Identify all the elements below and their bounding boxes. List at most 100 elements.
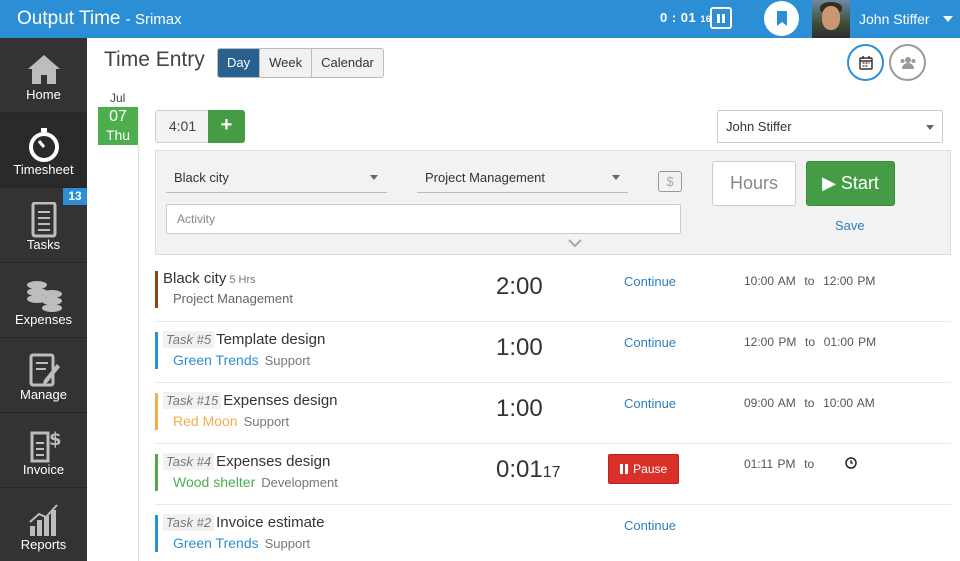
tab-week[interactable]: Week bbox=[260, 49, 313, 77]
chevron-down-icon bbox=[370, 175, 378, 180]
start-button[interactable]: ▶ Start bbox=[806, 161, 895, 206]
hours-input[interactable]: Hours bbox=[712, 161, 796, 206]
entry-category: Support bbox=[264, 353, 311, 368]
tab-calendar[interactable]: Calendar bbox=[312, 49, 383, 77]
sidebar-item-manage[interactable]: Manage bbox=[0, 338, 87, 413]
entry-category: Development bbox=[261, 475, 338, 490]
date-weekday: Thu bbox=[105, 127, 131, 143]
entry-category: Support bbox=[264, 536, 311, 551]
invoice-dollar-icon: $ bbox=[30, 429, 62, 463]
stopwatch-icon bbox=[29, 128, 59, 162]
entry-project[interactable]: Wood shelter bbox=[173, 474, 255, 490]
date-day: 07 bbox=[109, 108, 127, 125]
sidebar-item-reports[interactable]: Reports bbox=[0, 488, 87, 561]
user-select[interactable]: John Stiffer bbox=[717, 110, 943, 143]
continue-link[interactable]: Continue bbox=[624, 274, 676, 289]
tasks-count-badge: 13 bbox=[63, 188, 87, 205]
app-subtitle: - Srimax bbox=[125, 11, 182, 28]
entry-title: Invoice estimate bbox=[216, 514, 325, 531]
task-number: Task #4 bbox=[163, 453, 215, 470]
entry-duration: 1:00 bbox=[496, 395, 543, 422]
home-icon bbox=[28, 55, 60, 84]
bar-chart-icon bbox=[29, 504, 58, 536]
entry-title: Template design bbox=[216, 331, 326, 348]
chevron-down-icon[interactable] bbox=[568, 239, 582, 248]
bookmark-icon bbox=[776, 11, 787, 26]
continue-link[interactable]: Continue bbox=[624, 518, 676, 533]
pause-icon bbox=[619, 462, 630, 476]
sidebar: Home Timesheet Tasks 13 Expenses Manage … bbox=[0, 38, 87, 561]
continue-link[interactable]: Continue bbox=[624, 335, 676, 350]
avatar[interactable] bbox=[812, 0, 850, 38]
users-group-icon bbox=[900, 56, 915, 69]
entry-color-bar bbox=[155, 393, 158, 430]
timer-pause-button[interactable] bbox=[710, 7, 732, 29]
play-icon: ▶ bbox=[822, 173, 836, 193]
entry-title: Expenses design bbox=[223, 392, 338, 409]
sidebar-item-invoice[interactable]: $ Invoice bbox=[0, 413, 87, 488]
user-name[interactable]: John Stiffer bbox=[859, 11, 930, 27]
entry-duration: 2:00 bbox=[496, 273, 543, 300]
list-item: Task #5 Template design Green Trends Suppo… bbox=[155, 322, 951, 383]
continue-link[interactable]: Continue bbox=[624, 396, 676, 411]
entry-time-range: 01:11 PM to bbox=[744, 457, 815, 471]
tab-day[interactable]: Day bbox=[218, 49, 261, 77]
quick-time-input[interactable]: 4:01 bbox=[155, 110, 209, 143]
entry-color-bar bbox=[155, 332, 158, 369]
entry-time-range: 12:00 PM to 01:00 PM bbox=[744, 335, 877, 349]
entry-title: Black city bbox=[163, 270, 227, 287]
list-item: Black city 5 Hrs Project Management 2:00 … bbox=[155, 261, 951, 322]
app-title: Output Time - Srimax bbox=[17, 8, 182, 29]
entry-time-range: 10:00 AM to 12:00 PM bbox=[744, 274, 876, 288]
entry-duration: 1:00 bbox=[496, 334, 543, 361]
sidebar-item-tasks[interactable]: Tasks 13 bbox=[0, 188, 87, 263]
team-view-button[interactable] bbox=[889, 44, 926, 81]
time-entry-form: Black city Project Management $ Activity… bbox=[155, 150, 951, 255]
sidebar-item-timesheet[interactable]: Timesheet bbox=[0, 113, 87, 188]
task-number: Task #5 bbox=[163, 331, 215, 348]
add-entry-button[interactable]: + bbox=[208, 110, 245, 143]
entry-title: Expenses design bbox=[216, 453, 331, 470]
activity-input[interactable]: Activity bbox=[166, 204, 681, 234]
task-number: Task #15 bbox=[163, 392, 222, 409]
chevron-down-icon bbox=[612, 175, 620, 180]
entry-subline: Project Management bbox=[173, 291, 293, 306]
entry-color-bar bbox=[155, 271, 158, 308]
entry-project[interactable]: Green Trends bbox=[173, 535, 259, 551]
calendar-view-button[interactable] bbox=[847, 44, 884, 81]
chevron-down-icon bbox=[926, 125, 934, 130]
date-badge: 07 Thu bbox=[98, 107, 138, 145]
sidebar-item-home[interactable]: Home bbox=[0, 38, 87, 113]
user-menu-caret-icon[interactable] bbox=[943, 16, 953, 22]
plus-icon: + bbox=[220, 114, 233, 136]
coins-icon bbox=[27, 281, 62, 312]
bookmark-button[interactable] bbox=[764, 1, 799, 36]
edit-document-icon bbox=[29, 353, 60, 387]
save-link[interactable]: Save bbox=[835, 218, 865, 233]
pause-button[interactable]: Pause bbox=[608, 454, 679, 484]
sidebar-item-expenses[interactable]: Expenses bbox=[0, 263, 87, 338]
entry-color-bar bbox=[155, 454, 158, 491]
entry-time-range: 09:00 AM to 10:00 AM bbox=[744, 396, 875, 410]
top-bar: Output Time - Srimax 0 : 01 16 John Stif… bbox=[0, 0, 960, 38]
running-timer: 0 : 01 16 bbox=[660, 10, 712, 25]
client-select[interactable]: Black city bbox=[166, 162, 387, 193]
entry-project[interactable]: Green Trends bbox=[173, 352, 259, 368]
svg-text:$: $ bbox=[49, 429, 62, 450]
timeline-line bbox=[138, 145, 139, 561]
entry-hours: 5 Hrs bbox=[229, 274, 256, 286]
task-select[interactable]: Project Management bbox=[417, 162, 628, 193]
clock-icon bbox=[845, 457, 857, 469]
list-item: Task #15 Expenses design Red Moon Support … bbox=[155, 383, 951, 444]
view-switcher: Day Week Calendar bbox=[217, 48, 384, 78]
entry-category: Support bbox=[243, 414, 290, 429]
task-number: Task #2 bbox=[163, 514, 215, 531]
calendar-icon bbox=[858, 55, 873, 70]
entry-duration-seconds: 17 bbox=[542, 464, 561, 481]
billable-toggle[interactable]: $ bbox=[658, 171, 682, 192]
clipboard-icon bbox=[31, 202, 57, 238]
entry-project[interactable]: Red Moon bbox=[173, 413, 238, 429]
list-item: Task #4 Expenses design Wood shelter Devel… bbox=[155, 444, 951, 505]
date-month: Jul bbox=[110, 91, 126, 105]
entry-color-bar bbox=[155, 515, 158, 552]
